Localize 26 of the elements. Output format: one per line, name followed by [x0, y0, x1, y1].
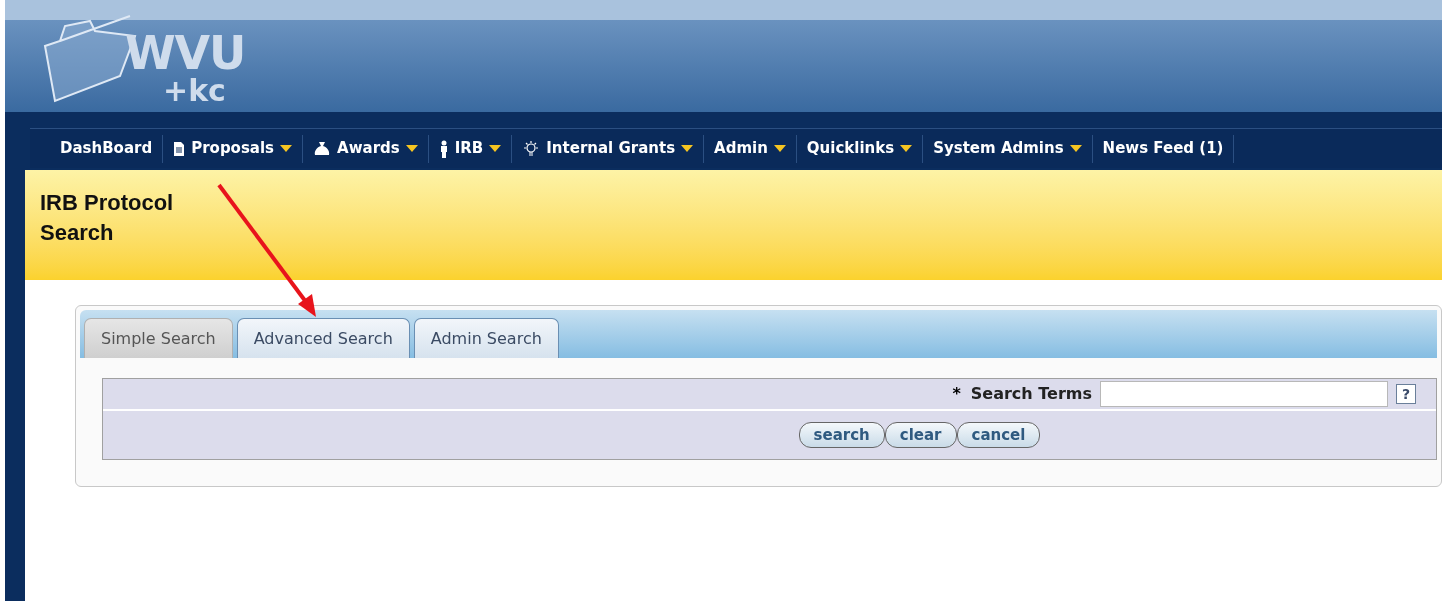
nav-menu-item[interactable]: Awards	[303, 134, 429, 163]
nav-menu-item[interactable]: Proposals	[163, 134, 304, 163]
page-title: IRB Protocol Search	[40, 189, 175, 247]
nav-menu-item[interactable]: Internal Grants	[512, 134, 705, 163]
help-icon[interactable]: ?	[1396, 384, 1416, 404]
form-button[interactable]: clear	[884, 422, 957, 448]
nav-menu-item[interactable]: Admin	[704, 134, 797, 163]
lightbulb-icon	[522, 139, 541, 158]
nav-menu-item[interactable]: DashBoard	[50, 134, 164, 163]
money-bag-icon	[313, 140, 332, 157]
document-icon	[173, 140, 186, 157]
nav-menu-item[interactable]: IRB	[428, 134, 513, 163]
field-label: Search Terms	[970, 383, 1092, 405]
form-button[interactable]: cancel	[956, 422, 1041, 448]
tab[interactable]: Simple Search	[84, 318, 233, 358]
search-terms-input[interactable]	[1100, 381, 1388, 407]
logo-text: WVU	[125, 30, 246, 76]
logo-subtext: +kc	[162, 76, 227, 106]
tab[interactable]: Advanced Search	[236, 318, 410, 358]
form-button[interactable]: search	[798, 422, 885, 448]
tab[interactable]: Admin Search	[413, 318, 559, 358]
nav-menu-item[interactable]: System Admins	[923, 134, 1093, 163]
nav-menu-item[interactable]: News Feed (1)	[1092, 134, 1235, 163]
required-mark: *	[952, 383, 961, 405]
nav-menu-item[interactable]: Quicklinks	[796, 134, 924, 163]
person-icon	[438, 139, 449, 158]
